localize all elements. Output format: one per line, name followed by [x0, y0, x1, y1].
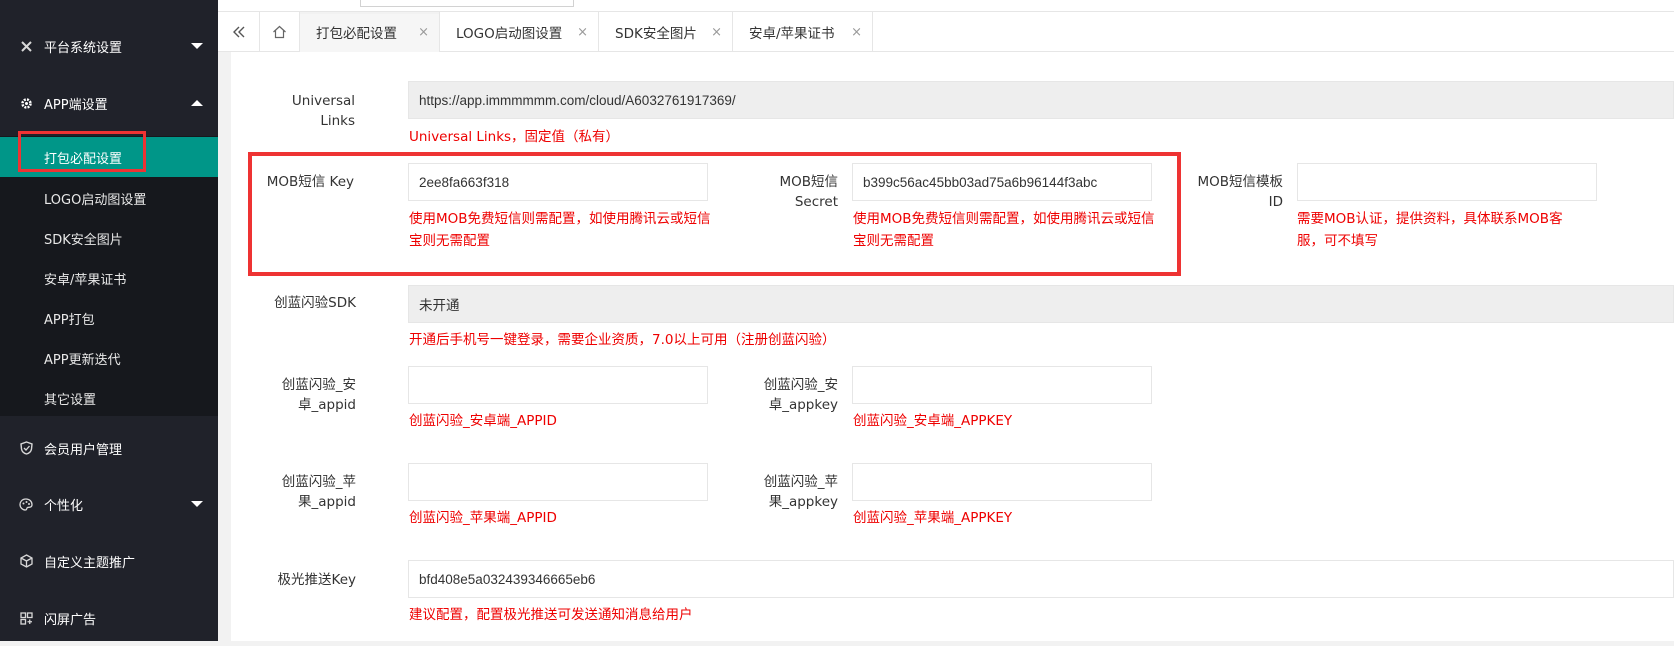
- tab-bar: 打包必配设置 × LOGO启动图设置 × SDK安全图片 × 安卓/苹果证书 ×: [218, 12, 1674, 52]
- shield-icon: [19, 441, 33, 455]
- cl-ios-appkey-hint: 创蓝闪验_苹果端_APPKEY: [853, 510, 1013, 526]
- jpush-key-label: 极光推送Key: [277, 572, 356, 588]
- menu-label: 个性化: [44, 498, 84, 514]
- universal-links-label: Universal Links: [291, 93, 355, 129]
- menu-label: 平台系统设置: [44, 40, 123, 56]
- cl-android-appid-label: 创蓝闪验_安卓_appid: [281, 377, 356, 413]
- highlight-box: [18, 131, 146, 172]
- cl-ios-appid-input[interactable]: [408, 463, 708, 501]
- menu-label: APP端设置: [44, 97, 108, 113]
- cl-sdk-label: 创蓝闪验SDK: [274, 295, 356, 311]
- menu-member-management[interactable]: 会员用户管理: [0, 420, 218, 476]
- tab-label: SDK安全图片: [615, 26, 697, 42]
- caret-down-icon: [191, 43, 203, 49]
- mob-template-label: MOB短信模板 ID: [1197, 174, 1283, 210]
- submenu-item-app-package[interactable]: APP打包: [0, 298, 218, 338]
- cl-android-appkey-label: 创蓝闪验_安卓_appkey: [763, 377, 838, 413]
- menu-app-settings[interactable]: APP端设置: [0, 75, 218, 131]
- cl-ios-appid-label: 创蓝闪验_苹果_appid: [281, 474, 356, 510]
- universal-links-hint: Universal Links，固定值（私有）: [409, 129, 620, 145]
- close-icon[interactable]: ×: [851, 25, 862, 40]
- jpush-key-input[interactable]: bfd408e5a032439346665eb6: [408, 560, 1674, 598]
- cl-ios-appkey-input[interactable]: [852, 463, 1152, 501]
- submenu-item-certificate[interactable]: 安卓/苹果证书: [0, 258, 218, 298]
- home-icon[interactable]: [260, 12, 300, 52]
- close-icon[interactable]: ×: [418, 25, 429, 40]
- close-icon[interactable]: ×: [577, 25, 588, 40]
- tab-label: 打包必配设置: [316, 26, 397, 42]
- tab-label: 安卓/苹果证书: [749, 26, 835, 42]
- cube-icon: [19, 554, 33, 568]
- cl-sdk-hint: 开通后手机号一键登录，需要企业资质，7.0以上可用（注册创蓝闪验）: [409, 332, 836, 348]
- cl-sdk-field[interactable]: 未开通: [408, 285, 1674, 323]
- app-submenu: 打包必配设置 LOGO启动图设置 SDK安全图片 安卓/苹果证书 APP打包 A…: [0, 136, 218, 416]
- tab-packaging[interactable]: 打包必配设置 ×: [300, 12, 440, 52]
- menu-personalization[interactable]: 个性化: [0, 476, 218, 532]
- mob-template-hint: 需要MOB认证，提供资料，具体联系MOB客服，可不填写: [1297, 211, 1563, 249]
- menu-splash-ads[interactable]: 闪屏广告: [0, 590, 218, 646]
- cl-ios-appid-hint: 创蓝闪验_苹果端_APPID: [409, 510, 557, 526]
- palette-icon: [19, 497, 33, 511]
- menu-label: 会员用户管理: [44, 442, 123, 458]
- menu-platform-settings[interactable]: 平台系统设置: [0, 18, 218, 74]
- mob-template-input[interactable]: [1297, 163, 1597, 201]
- cl-android-appkey-hint: 创蓝闪验_安卓端_APPKEY: [853, 413, 1013, 429]
- close-icon[interactable]: ×: [711, 25, 722, 40]
- tools-icon: [19, 39, 33, 53]
- menu-label: 自定义主题推广: [44, 555, 136, 571]
- tab-logo[interactable]: LOGO启动图设置 ×: [440, 12, 599, 52]
- header-search-fragment: [360, 0, 574, 7]
- submenu-item-app-update[interactable]: APP更新迭代: [0, 338, 218, 378]
- cl-android-appid-hint: 创蓝闪验_安卓端_APPID: [409, 413, 557, 429]
- caret-down-icon: [191, 501, 203, 507]
- universal-links-field[interactable]: https://app.immmmmm.com/cloud/A603276191…: [408, 81, 1674, 119]
- header-strip: [218, 0, 1674, 12]
- tab-certificate[interactable]: 安卓/苹果证书 ×: [733, 12, 873, 52]
- submenu-item-other[interactable]: 其它设置: [0, 378, 218, 418]
- double-chevron-left-icon[interactable]: [218, 12, 260, 52]
- cl-android-appkey-input[interactable]: [852, 366, 1152, 404]
- jpush-key-hint: 建议配置，配置极光推送可发送通知消息给用户: [409, 607, 693, 623]
- sidebar: 平台系统设置 APP端设置 打包必配设置 LOGO启动图设置 SDK安全图片 安…: [0, 0, 218, 641]
- highlight-box: [248, 152, 1181, 276]
- tab-sdk-image[interactable]: SDK安全图片 ×: [599, 12, 733, 52]
- caret-up-icon: [191, 100, 203, 106]
- gear-icon: [19, 96, 33, 110]
- menu-label: 闪屏广告: [44, 612, 97, 628]
- submenu-item-sdk-image[interactable]: SDK安全图片: [0, 218, 218, 258]
- submenu-item-logo[interactable]: LOGO启动图设置: [0, 178, 218, 218]
- cl-android-appid-input[interactable]: [408, 366, 708, 404]
- tab-label: LOGO启动图设置: [456, 26, 563, 42]
- grid-icon: [19, 611, 33, 625]
- cl-ios-appkey-label: 创蓝闪验_苹果_appkey: [763, 474, 838, 510]
- menu-custom-theme[interactable]: 自定义主题推广: [0, 533, 218, 589]
